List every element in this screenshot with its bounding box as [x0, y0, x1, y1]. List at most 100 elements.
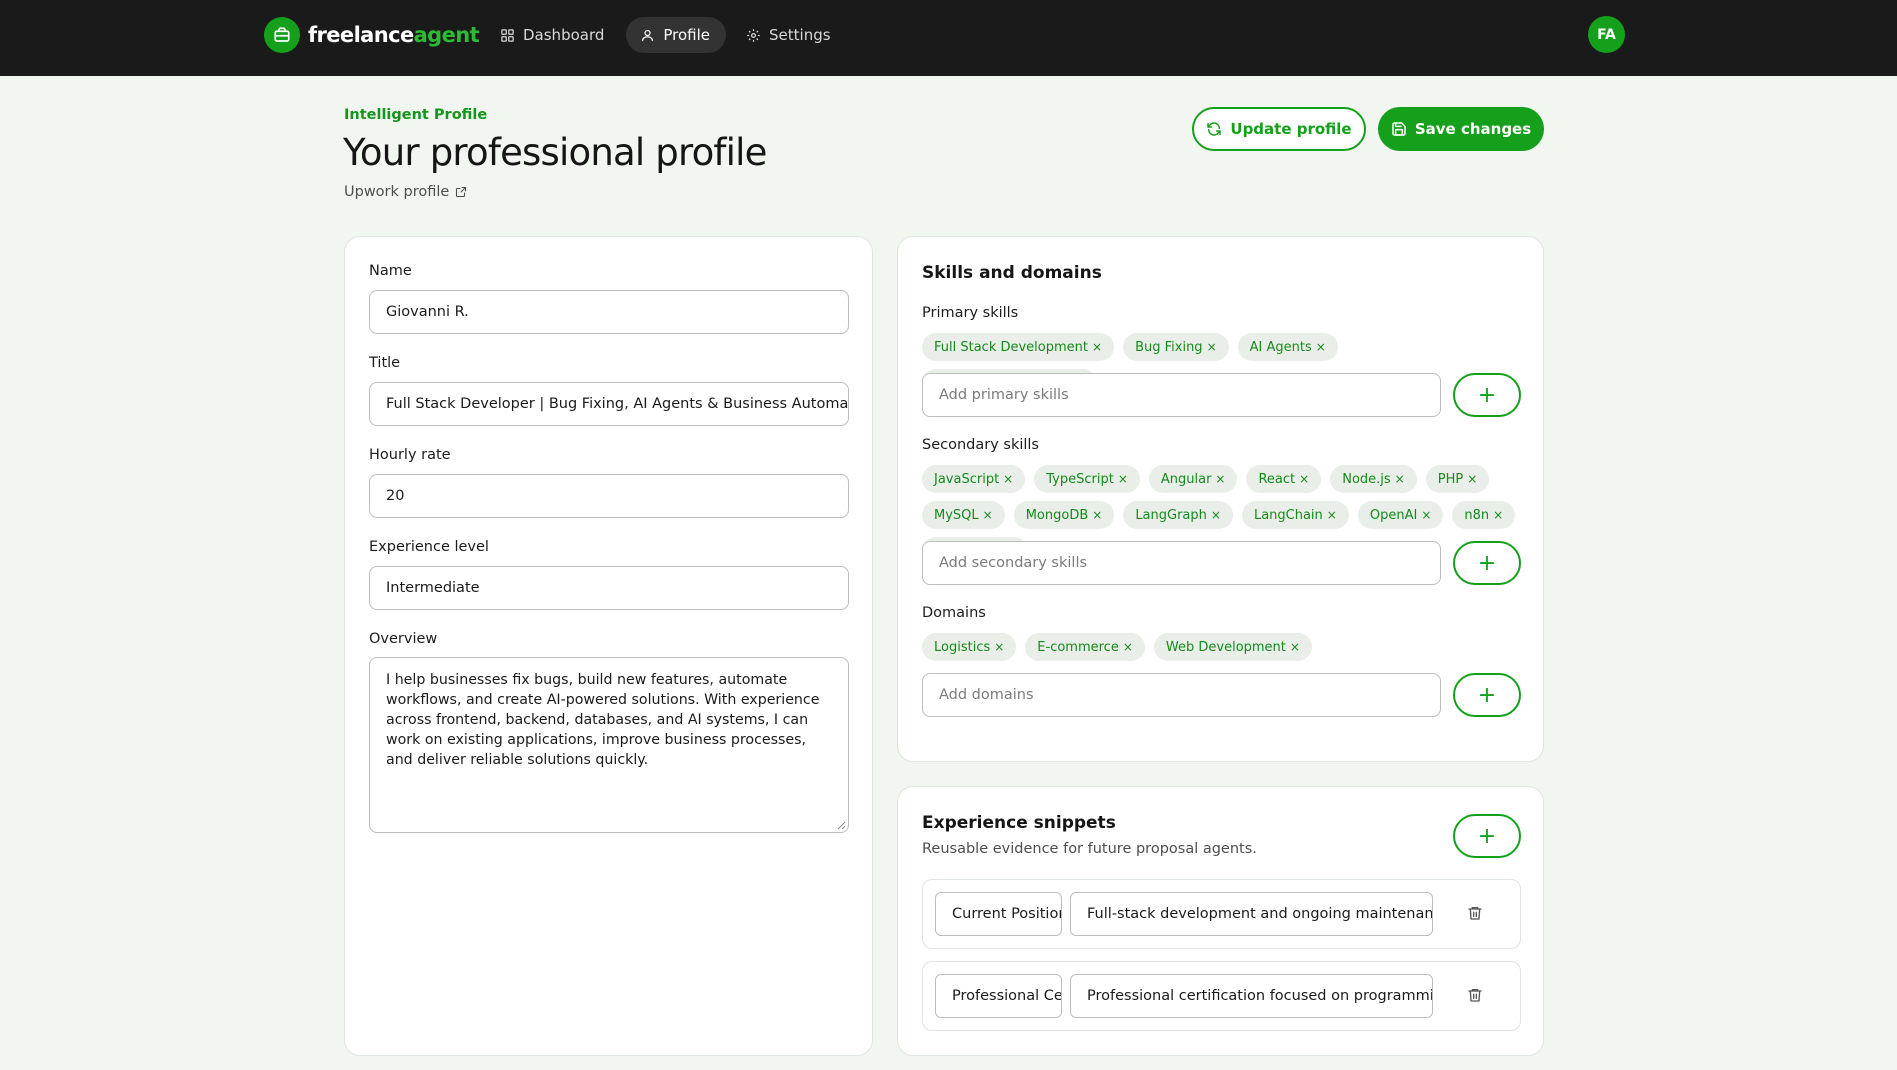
add-domains-input[interactable]: Add domains: [922, 673, 1441, 717]
overview-textarea[interactable]: I help businesses fix bugs, build new fe…: [369, 657, 849, 833]
skill-chip-label: MySQL: [934, 507, 979, 523]
skill-chip: AI Agents ×: [1237, 333, 1338, 361]
nav-settings[interactable]: Settings: [732, 17, 847, 53]
name-label: Name: [369, 263, 412, 279]
add-secondary-skill-button[interactable]: +: [1453, 541, 1521, 585]
add-snippet-button[interactable]: +: [1453, 814, 1521, 858]
grid-icon: [501, 28, 514, 42]
snippets-card-title: Experience snippets: [922, 813, 1116, 833]
skill-chip: Full Stack Development ×: [922, 333, 1115, 361]
skill-chip: Angular ×: [1148, 465, 1238, 493]
brand-logo[interactable]: freelanceagent: [264, 17, 480, 53]
snippet-text-field[interactable]: Full-stack development and ongoing maint…: [1070, 892, 1433, 936]
trash-icon[interactable]: [1467, 986, 1483, 1004]
skill-chip: E-commerce ×: [1025, 633, 1145, 661]
trash-icon[interactable]: [1467, 904, 1483, 922]
secondary-skills-label: Secondary skills: [922, 437, 1039, 453]
remove-chip-icon[interactable]: ×: [1211, 508, 1221, 522]
skill-chip: MySQL ×: [922, 501, 1005, 529]
skill-chip: React ×: [1246, 465, 1322, 493]
skill-chip-label: n8n: [1464, 507, 1490, 523]
name-field[interactable]: Giovanni R.: [369, 290, 849, 334]
snippet-title-field[interactable]: Current Position: [935, 892, 1062, 936]
skill-chip: TypeScript ×: [1034, 465, 1140, 493]
remove-chip-icon[interactable]: ×: [1003, 472, 1013, 486]
remove-chip-icon[interactable]: ×: [1327, 508, 1337, 522]
gear-icon: [747, 28, 760, 42]
skill-chip-label: MongoDB: [1025, 507, 1089, 523]
skill-chip: PHP ×: [1425, 465, 1490, 493]
add-secondary-skills-input[interactable]: Add secondary skills: [922, 541, 1441, 585]
skill-chip-label: TypeScript: [1046, 471, 1114, 487]
save-icon: [1392, 122, 1406, 136]
remove-chip-icon[interactable]: ×: [1092, 508, 1102, 522]
remove-chip-icon[interactable]: ×: [1207, 340, 1217, 354]
remove-chip-icon[interactable]: ×: [1493, 508, 1503, 522]
skill-chip: Web Development ×: [1153, 633, 1312, 661]
skill-chip-label: Logistics: [934, 639, 991, 655]
skill-chip-label: Angular: [1160, 471, 1212, 487]
skill-chip: JavaScript ×: [922, 465, 1026, 493]
save-changes-label: Save changes: [1414, 120, 1532, 138]
profile-form-card: Name Giovanni R. Title Full Stack Develo…: [344, 236, 873, 1056]
skills-domains-card: Skills and domains Primary skills Full S…: [897, 236, 1544, 762]
remove-chip-icon[interactable]: ×: [1299, 472, 1309, 486]
experience-level-label: Experience level: [369, 539, 489, 555]
remove-chip-icon[interactable]: ×: [1092, 340, 1102, 354]
upwork-profile-link[interactable]: Upwork profile: [344, 184, 467, 200]
remove-chip-icon[interactable]: ×: [1467, 472, 1477, 486]
skill-chip: LangGraph ×: [1123, 501, 1233, 529]
upwork-profile-link-label: Upwork profile: [344, 184, 450, 200]
user-avatar[interactable]: FA: [1588, 16, 1625, 53]
experience-level-field[interactable]: Intermediate: [369, 566, 849, 610]
domains-chips: Logistics × E-commerce × Web Development ×: [922, 633, 1522, 661]
title-label: Title: [369, 355, 401, 371]
skill-chip-label: PHP: [1437, 471, 1464, 487]
primary-skills-label: Primary skills: [922, 305, 1019, 321]
remove-chip-icon[interactable]: ×: [1421, 508, 1431, 522]
skill-chip: Bug Fixing ×: [1123, 333, 1229, 361]
skill-chip-label: Bug Fixing: [1135, 339, 1203, 355]
title-field[interactable]: Full Stack Developer | Bug Fixing, AI Ag…: [369, 382, 849, 426]
nav-settings-label: Settings: [769, 26, 831, 44]
skill-chip: LangChain ×: [1241, 501, 1349, 529]
skill-chip: n8n ×: [1452, 501, 1516, 529]
remove-chip-icon[interactable]: ×: [994, 640, 1004, 654]
skill-chip: MongoDB ×: [1013, 501, 1115, 529]
remove-chip-icon[interactable]: ×: [1290, 640, 1300, 654]
remove-chip-icon[interactable]: ×: [983, 508, 993, 522]
hourly-rate-field[interactable]: 20: [369, 474, 849, 518]
remove-chip-icon[interactable]: ×: [1395, 472, 1405, 486]
add-primary-skills-input[interactable]: Add primary skills: [922, 373, 1441, 417]
update-profile-button[interactable]: Update profile: [1192, 107, 1366, 151]
nav-dashboard[interactable]: Dashboard: [486, 17, 620, 53]
add-primary-skill-button[interactable]: +: [1453, 373, 1521, 417]
page-title: Your professional profile: [343, 131, 767, 174]
remove-chip-icon[interactable]: ×: [1123, 640, 1133, 654]
overview-text: I help businesses fix bugs, build new fe…: [386, 672, 820, 768]
remove-chip-icon[interactable]: ×: [1215, 472, 1225, 486]
snippet-title-field[interactable]: Professional Certification: [935, 974, 1062, 1018]
skill-chip: Logistics ×: [922, 633, 1017, 661]
save-changes-button[interactable]: Save changes: [1378, 107, 1544, 151]
skill-chip-label: LangChain: [1253, 507, 1323, 523]
top-nav-bar: freelanceagent Dashboard Profile Setting…: [0, 0, 1897, 76]
skill-chip-label: AI Agents: [1249, 339, 1312, 355]
remove-chip-icon[interactable]: ×: [1316, 340, 1326, 354]
skill-chip-label: Full Stack Development: [934, 339, 1089, 355]
snippet-text-field[interactable]: Professional certification focused on pr…: [1070, 974, 1433, 1018]
skill-chip-label: React: [1258, 471, 1296, 487]
add-domain-button[interactable]: +: [1453, 673, 1521, 717]
hourly-rate-label: Hourly rate: [369, 447, 451, 463]
skill-chip-label: Node.js: [1342, 471, 1391, 487]
snippet-row: Professional Certification Professional …: [922, 961, 1521, 1031]
skill-chip-label: Web Development: [1165, 639, 1286, 655]
update-profile-label: Update profile: [1230, 120, 1352, 138]
skills-card-title: Skills and domains: [922, 263, 1102, 283]
skill-chip-label: E-commerce: [1037, 639, 1119, 655]
remove-chip-icon[interactable]: ×: [1118, 472, 1128, 486]
nav-profile[interactable]: Profile: [626, 17, 727, 53]
experience-snippets-card: Experience snippets Reusable evidence fo…: [897, 786, 1544, 1056]
resize-grip-icon[interactable]: [836, 820, 846, 830]
briefcase-icon: [264, 17, 300, 53]
